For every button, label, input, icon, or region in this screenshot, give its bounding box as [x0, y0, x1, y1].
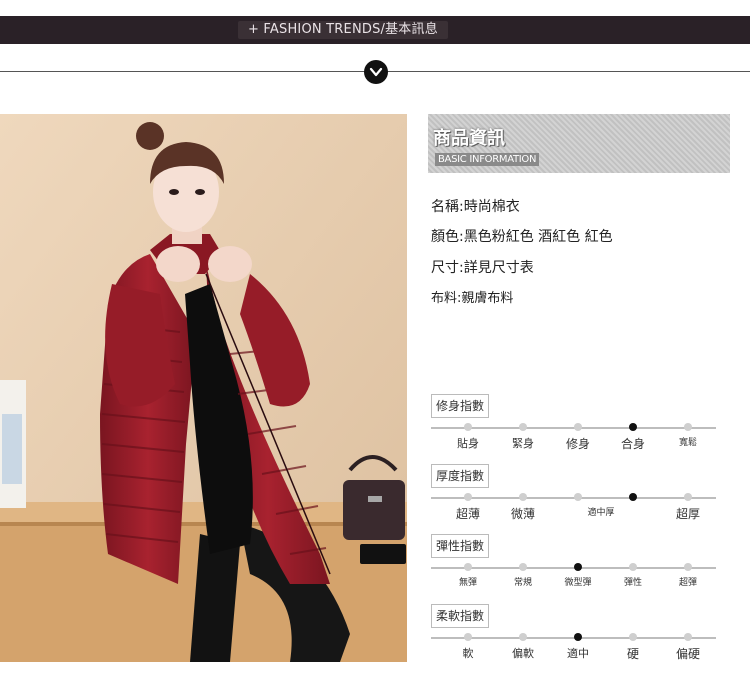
thickness-option: 超薄 — [455, 507, 481, 521]
elasticity-index-dot — [684, 563, 692, 571]
softness-option: 硬 — [626, 647, 640, 661]
thickness-option: 超厚 — [675, 507, 701, 521]
fit-option: 緊身 — [512, 437, 534, 450]
softness-index-dot — [519, 633, 527, 641]
elasticity-option: 微型彈 — [564, 578, 592, 588]
spec-color: 顏色:黑色粉紅色 酒紅色 紅色 — [431, 229, 613, 245]
thickness-index-dot — [464, 493, 472, 501]
fit-index-dot — [574, 423, 582, 431]
info-banner-title: 商品資訊 — [433, 128, 505, 149]
softness-index-dot — [629, 633, 637, 641]
thickness-option: 微薄 — [510, 507, 536, 521]
fit-index-dot — [464, 423, 472, 431]
fit-option: 合身 — [620, 437, 646, 451]
thickness-index-dot — [574, 493, 582, 501]
spec-name: 名稱:時尚棉衣 — [431, 199, 520, 215]
header-title: + FASHION TRENDS/基本訊息 — [238, 21, 448, 39]
elasticity-index-dot — [464, 563, 472, 571]
chevron-down-icon[interactable] — [364, 60, 388, 84]
fit-index-dot — [519, 423, 527, 431]
thickness-index-label: 厚度指數 — [431, 464, 490, 488]
softness-index-dot — [684, 633, 692, 641]
info-banner: 商品資訊 BASIC INFORMATION — [428, 114, 730, 173]
elasticity-index-dot — [629, 563, 637, 571]
thickness-option: 適中厚 — [587, 508, 615, 518]
elasticity-index-dot — [519, 563, 527, 571]
fit-option: 寬鬆 — [678, 438, 698, 448]
elasticity-option: 常規 — [513, 578, 533, 588]
fit-index-dot-selected — [629, 423, 637, 431]
thickness-index-dot-selected — [629, 493, 637, 501]
fit-option: 修身 — [565, 437, 591, 451]
thickness-index-dot — [684, 493, 692, 501]
elasticity-index-label: 彈性指數 — [431, 534, 490, 558]
elasticity-option: 彈性 — [623, 578, 643, 588]
softness-option: 軟 — [462, 647, 474, 660]
softness-index-label: 柔軟指數 — [431, 604, 490, 628]
product-photo — [0, 114, 407, 662]
softness-index-dot — [464, 633, 472, 641]
softness-option: 偏硬 — [675, 647, 701, 661]
thickness-index-dot — [519, 493, 527, 501]
fit-option: 貼身 — [457, 437, 479, 450]
elasticity-index-dot-selected — [574, 563, 582, 571]
spec-size: 尺寸:詳見尺寸表 — [431, 260, 534, 276]
softness-option: 偏軟 — [512, 647, 534, 660]
fit-index-dot — [684, 423, 692, 431]
fit-index-label: 修身指數 — [431, 394, 490, 418]
elasticity-option: 無彈 — [458, 578, 478, 588]
softness-option: 適中 — [567, 647, 589, 660]
softness-index-dot-selected — [574, 633, 582, 641]
info-banner-subtitle: BASIC INFORMATION — [435, 153, 540, 166]
spec-fabric: 布料:親膚布料 — [431, 291, 514, 306]
header-bar: + FASHION TRENDS/基本訊息 — [0, 16, 750, 44]
elasticity-option: 超彈 — [678, 578, 698, 588]
